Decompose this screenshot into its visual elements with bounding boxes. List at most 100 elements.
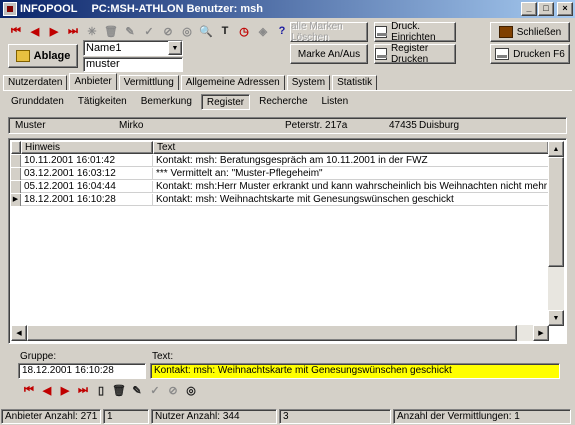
previous-record-icon[interactable]: ◀ (40, 383, 54, 397)
refresh-icon[interactable]: ◎ (184, 383, 198, 397)
post-record-icon[interactable]: ✓ (142, 24, 156, 38)
status-nutzer: Nutzer Anzahl: 344 (151, 409, 277, 424)
subtab-grunddaten[interactable]: Grunddaten (6, 94, 69, 110)
horizontal-scrollbar[interactable]: ◀ ▶ (11, 325, 549, 341)
clock-icon[interactable]: ◷ (237, 24, 251, 38)
status-nutzer-label: Nutzer Anzahl: (155, 411, 221, 422)
tag-icon[interactable]: ◈ (256, 24, 270, 38)
scroll-thumb[interactable] (27, 325, 517, 341)
search-input[interactable]: muster (83, 57, 183, 72)
sub-tabs: Grunddaten Tätigkeiten Bemerkung Register Re… (6, 94, 357, 110)
edit-record-icon[interactable]: ✎ (123, 24, 137, 38)
grid-corner (11, 141, 21, 154)
row-indicator (11, 181, 21, 193)
subtab-recherche[interactable]: Recherche (254, 94, 312, 110)
status-vermittlungen-count: 1 (514, 411, 520, 422)
cell-hinweis[interactable]: 18.12.2001 16:10:28 (21, 194, 153, 205)
maximize-icon[interactable]: □ (538, 2, 554, 16)
scroll-left-icon[interactable]: ◀ (11, 325, 27, 341)
previous-record-icon[interactable]: ◀ (28, 24, 42, 38)
table-row[interactable]: ▶ 18.12.2001 16:10:28 Kontakt: msh: Weihna… (11, 194, 549, 206)
scroll-up-icon[interactable]: ▲ (548, 141, 564, 157)
chevron-down-icon[interactable]: ▼ (168, 41, 182, 55)
column-header-text[interactable]: Text (153, 141, 549, 154)
tab-statistik[interactable]: Statistik (332, 75, 378, 90)
table-row[interactable]: 05.12.2001 16:04:44 Kontakt: msh:Herr Mus… (11, 181, 549, 193)
next-record-icon[interactable]: ▶ (47, 24, 61, 38)
subtab-listen[interactable]: Listen (317, 94, 354, 110)
record-summary: Muster Mirko Peterstr. 217a 47435 Duisbu… (8, 117, 567, 134)
cell-text[interactable]: Kontakt: msh: Beratungsgespräch am 10.11… (153, 155, 549, 166)
row-indicator (11, 168, 21, 180)
cell-text[interactable]: *** Vermittelt an: "Muster-Pflegeheim" (153, 168, 549, 179)
print-setup-button[interactable]: Druck. Einrichten (374, 21, 456, 43)
close-label: Schließen (516, 26, 562, 38)
name-select[interactable]: Name1 ▼ (83, 40, 183, 56)
delete-record-icon[interactable]: 🗑 (104, 24, 118, 38)
print-setup-label: Druck. Einrichten (391, 21, 436, 43)
row-indicator: ▶ (11, 194, 21, 206)
name-select-value: Name1 (86, 42, 122, 54)
help-icon[interactable]: ? (275, 24, 289, 38)
cancel-edit-icon[interactable]: ⊘ (166, 383, 180, 397)
ablage-label: Ablage (33, 50, 71, 62)
main-tabs: Nutzerdaten Anbieter Vermittlung Allgemeine… (3, 73, 379, 90)
edit-record-icon[interactable]: ✎ (130, 383, 144, 397)
refresh-icon[interactable]: ◎ (180, 24, 194, 38)
vertical-scrollbar[interactable]: ▲ ▼ (548, 141, 564, 326)
minimize-icon[interactable]: _ (521, 2, 537, 16)
cell-hinweis[interactable]: 03.12.2001 16:03:12 (21, 168, 153, 179)
next-record-icon[interactable]: ▶ (58, 383, 72, 397)
scroll-down-icon[interactable]: ▼ (548, 310, 564, 326)
last-record-icon[interactable]: ⏭ (66, 24, 80, 38)
first-record-icon[interactable]: ⏮ (22, 383, 36, 397)
tab-vermittlung[interactable]: Vermittlung (118, 75, 179, 90)
print-label: Drucken F6 (513, 48, 565, 60)
scroll-right-icon[interactable]: ▶ (533, 325, 549, 341)
text-field[interactable]: Kontakt: msh: Weihnachtskarte mit Genesu… (150, 363, 560, 379)
text-label: Text: (152, 351, 174, 362)
first-record-icon[interactable]: ⏮ (9, 24, 23, 38)
record-city: Duisburg (419, 120, 460, 131)
cell-hinweis[interactable]: 05.12.2001 16:04:44 (21, 181, 153, 192)
row-indicator (11, 155, 21, 167)
last-record-icon[interactable]: ⏭ (76, 383, 90, 397)
title-bar[interactable]: INFOPOOL PC:MSH-ATHLON Benutzer: msh _ □… (0, 0, 575, 18)
subtab-register[interactable]: Register (200, 94, 251, 110)
ablage-button[interactable]: Ablage (8, 44, 78, 68)
cancel-edit-icon[interactable]: ⊘ (161, 24, 175, 38)
toggle-mark-button[interactable]: Marke An/Aus (290, 44, 368, 64)
table-row[interactable]: 10.11.2001 16:01:42 Kontakt: msh: Beratun… (11, 155, 549, 167)
close-button[interactable]: Schließen (490, 22, 570, 42)
text-icon[interactable]: T (218, 24, 232, 38)
record-street: Peterstr. 217a (285, 120, 348, 131)
clear-all-marks-button[interactable]: alle Marken Löschen (290, 21, 368, 43)
cell-text[interactable]: Kontakt: msh:Herr Muster erkrankt und ka… (153, 181, 549, 192)
tab-allgemeine-adressen[interactable]: Allgemeine Adressen (180, 75, 285, 90)
new-record-icon[interactable]: ✳ (85, 24, 99, 38)
register-grid[interactable]: Hinweis Text 10.11.2001 16:01:42 Kontakt:… (8, 138, 567, 344)
cell-text[interactable]: Kontakt: msh: Weihnachtskarte mit Genesu… (153, 194, 549, 205)
search-icon[interactable]: 🔍 (199, 24, 213, 38)
close-icon[interactable]: × (557, 2, 573, 16)
table-row[interactable]: 03.12.2001 16:03:12 *** Vermittelt an: "M… (11, 168, 549, 180)
scroll-thumb[interactable] (548, 157, 564, 267)
tab-nutzerdaten[interactable]: Nutzerdaten (3, 75, 68, 90)
tab-anbieter[interactable]: Anbieter (69, 73, 117, 90)
new-document-icon[interactable]: ▯ (94, 383, 108, 397)
gruppe-field[interactable]: 18.12.2001 16:10:28 (18, 363, 146, 379)
tab-system[interactable]: System (286, 75, 331, 90)
status-anbieter: Anbieter Anzahl: 271 (1, 409, 101, 424)
cell-hinweis[interactable]: 10.11.2001 16:01:42 (21, 155, 153, 166)
status-vermittlungen-label: Anzahl der Vermittlungen: (397, 411, 512, 422)
print-button[interactable]: Drucken F6 (490, 44, 570, 64)
post-record-icon[interactable]: ✓ (148, 383, 162, 397)
status-anbieter-pos: 1 (103, 409, 149, 424)
app-icon[interactable] (3, 2, 17, 16)
subtab-bemerkung[interactable]: Bemerkung (136, 94, 197, 110)
delete-record-icon[interactable]: 🗑 (112, 383, 126, 397)
column-header-hinweis[interactable]: Hinweis (21, 141, 153, 154)
print-register-button[interactable]: Register Drucken (374, 43, 456, 65)
subtab-t-tigkeiten[interactable]: Tätigkeiten (73, 94, 132, 110)
status-nutzer-pos: 3 (279, 409, 391, 424)
